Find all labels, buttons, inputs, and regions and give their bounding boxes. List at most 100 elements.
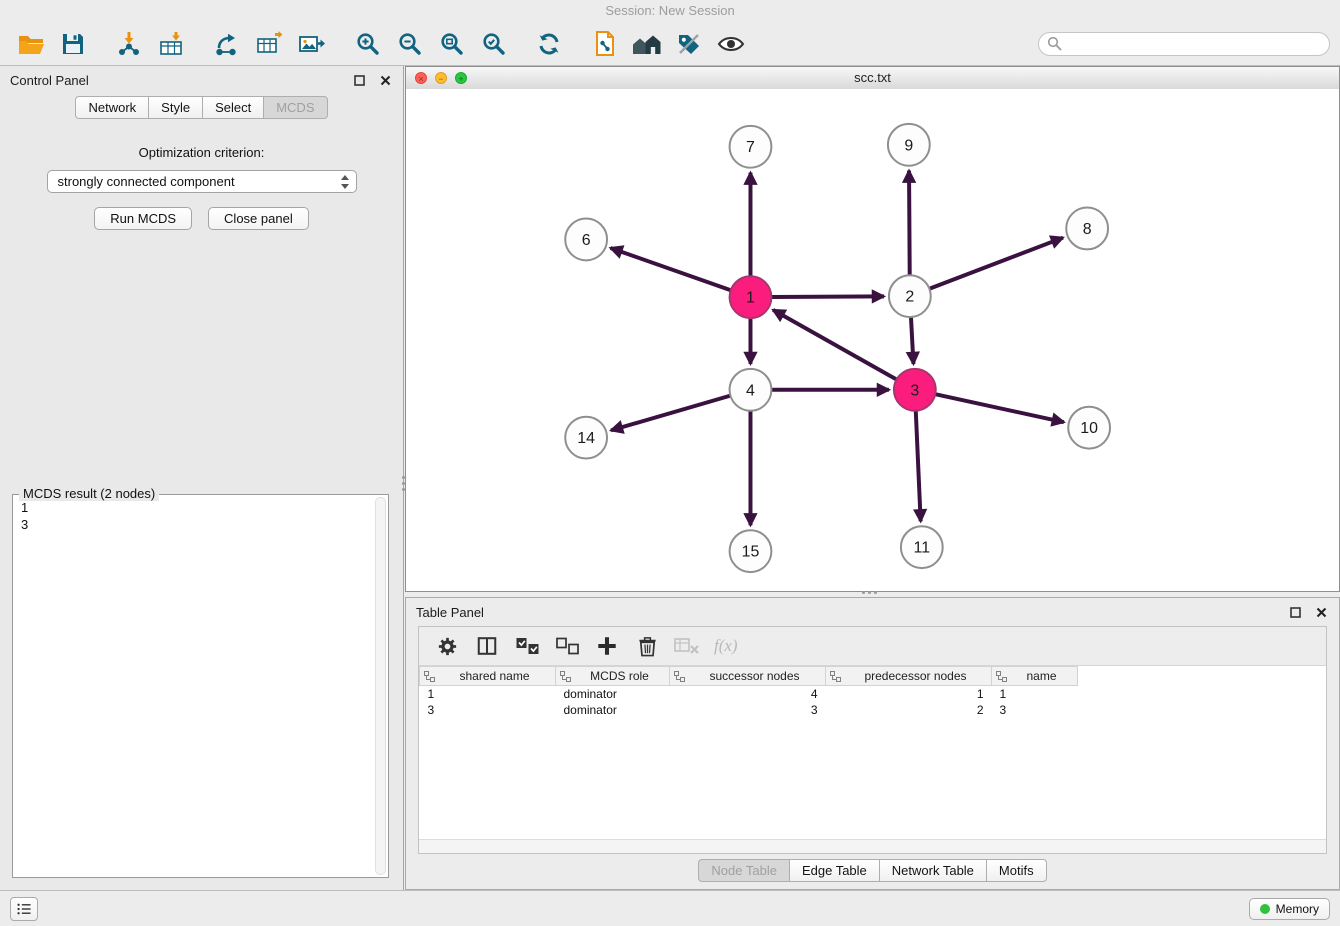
toolbar-separator [94,43,108,44]
result-scrollbar[interactable] [375,497,386,875]
zoom-in-icon [355,31,380,56]
save-session-button[interactable] [55,26,91,62]
node-table: shared nameMCDS rolesuccessor nodesprede… [419,666,1078,718]
zoom-fit-button[interactable] [433,26,469,62]
column-tree-icon [560,671,571,685]
close-panel-action-button[interactable]: Close panel [208,207,309,230]
home-button[interactable] [629,26,665,62]
tab-network[interactable]: Network [75,96,148,119]
graph-node-label: 4 [746,382,755,399]
add-column-button[interactable] [592,631,622,661]
node-table-scroll-area[interactable]: shared nameMCDS rolesuccessor nodesprede… [419,666,1326,839]
graph-edge-2-9[interactable] [909,171,910,276]
gear-icon [436,635,459,658]
close-table-panel-button[interactable] [1313,604,1329,620]
graph-edge-3-11[interactable] [916,411,921,522]
graph-edge-1-2[interactable] [771,296,884,297]
vertical-splitter-handle[interactable] [400,466,407,500]
graph-node-label: 8 [1083,221,1092,238]
export-network-button[interactable] [209,26,245,62]
network-canvas[interactable]: 1234678910111415 [406,89,1339,591]
export-table-button[interactable] [251,26,287,62]
graph-node-label: 7 [746,139,755,156]
graph-edge-1-6[interactable] [611,248,731,290]
deselect-all-button[interactable] [552,631,582,661]
node-table-header-row: shared nameMCDS rolesuccessor nodesprede… [420,667,1078,686]
network-graph[interactable]: 1234678910111415 [406,89,1339,591]
table-row[interactable]: 1dominator411 [420,686,1078,702]
optimization-criterion-select[interactable]: strongly connected component [47,170,357,193]
node-table-container: f(x) shared nameMCDS rolesuccessor nodes… [418,626,1327,854]
node-table-body: 1dominator4113dominator323 [420,686,1078,718]
table-settings-button[interactable] [432,631,462,661]
select-all-icon [515,635,540,657]
column-tree-icon [996,671,1007,685]
eye-button[interactable] [713,26,749,62]
table-panel-title: Table Panel [416,605,484,620]
tab-style[interactable]: Style [148,96,202,119]
tab-edge-table[interactable]: Edge Table [789,859,879,882]
table-panel-header: Table Panel [406,598,1339,626]
graph-edge-2-3[interactable] [911,317,913,364]
graph-edge-2-8[interactable] [929,238,1063,289]
column-header-shared-name[interactable]: shared name [420,667,556,686]
import-table-button[interactable] [153,26,189,62]
float-window-icon [354,75,365,86]
float-table-panel-button[interactable] [1287,604,1303,620]
fx-icon: f(x) [714,636,738,656]
open-session-button[interactable] [13,26,49,62]
tab-select[interactable]: Select [202,96,263,119]
column-header-MCDS-role[interactable]: MCDS role [556,667,670,686]
search-box [1038,32,1330,56]
graph-node-label: 1 [746,290,755,307]
tab-network-table[interactable]: Network Table [879,859,986,882]
show-columns-button[interactable] [472,631,502,661]
horizontal-splitter-handle[interactable] [852,589,886,596]
export-image-button[interactable] [293,26,329,62]
column-tree-icon [674,671,685,685]
table-toolbar: f(x) [419,627,1326,666]
zoom-out-icon [397,31,422,56]
float-panel-button[interactable] [351,72,367,88]
memory-button[interactable]: Memory [1249,898,1330,920]
function-builder-button[interactable]: f(x) [712,631,740,661]
tab-motifs[interactable]: Motifs [986,859,1047,882]
table-row[interactable]: 3dominator323 [420,702,1078,718]
delete-column-button[interactable] [632,631,662,661]
run-mcds-button[interactable]: Run MCDS [94,207,192,230]
column-header-successor-nodes[interactable]: successor nodes [670,667,826,686]
delete-table-button[interactable] [672,631,702,661]
column-header-predecessor-nodes[interactable]: predecessor nodes [826,667,992,686]
zoom-selected-button[interactable] [475,26,511,62]
table-cell: dominator [556,702,670,718]
column-tree-icon [424,671,435,685]
network-window-titlebar[interactable]: × − + scc.txt [406,67,1339,90]
task-history-button[interactable] [10,897,38,921]
mcds-result-item: 3 [17,516,376,533]
duplicate-network-button[interactable] [587,26,623,62]
mcds-result-box: MCDS result (2 nodes) 1 3 [12,494,389,878]
zoom-out-button[interactable] [391,26,427,62]
graph-edge-4-14[interactable] [611,396,730,431]
import-table-icon [158,31,184,57]
graph-edge-3-1[interactable] [773,310,897,380]
import-network-button[interactable] [111,26,147,62]
refresh-network-button[interactable] [531,26,567,62]
column-header-name[interactable]: name [992,667,1078,686]
annotation-tag-button[interactable] [671,26,707,62]
tab-mcds[interactable]: MCDS [263,96,327,119]
toolbar-separator [192,43,206,44]
graph-edge-3-10[interactable] [935,394,1064,422]
toolbar-separator [570,43,584,44]
column-header-label: name [1026,669,1056,683]
search-input[interactable] [1068,35,1321,52]
mcds-result-list[interactable]: 1 3 [17,499,376,873]
zoom-in-button[interactable] [349,26,385,62]
tab-node-table[interactable]: Node Table [698,859,789,882]
select-all-button[interactable] [512,631,542,661]
toolbar-separator [514,43,528,44]
optimization-criterion-label: Optimization criterion: [0,145,403,160]
table-horizontal-scrollbar[interactable] [419,839,1326,853]
save-icon [61,32,85,56]
close-panel-button[interactable] [377,72,393,88]
